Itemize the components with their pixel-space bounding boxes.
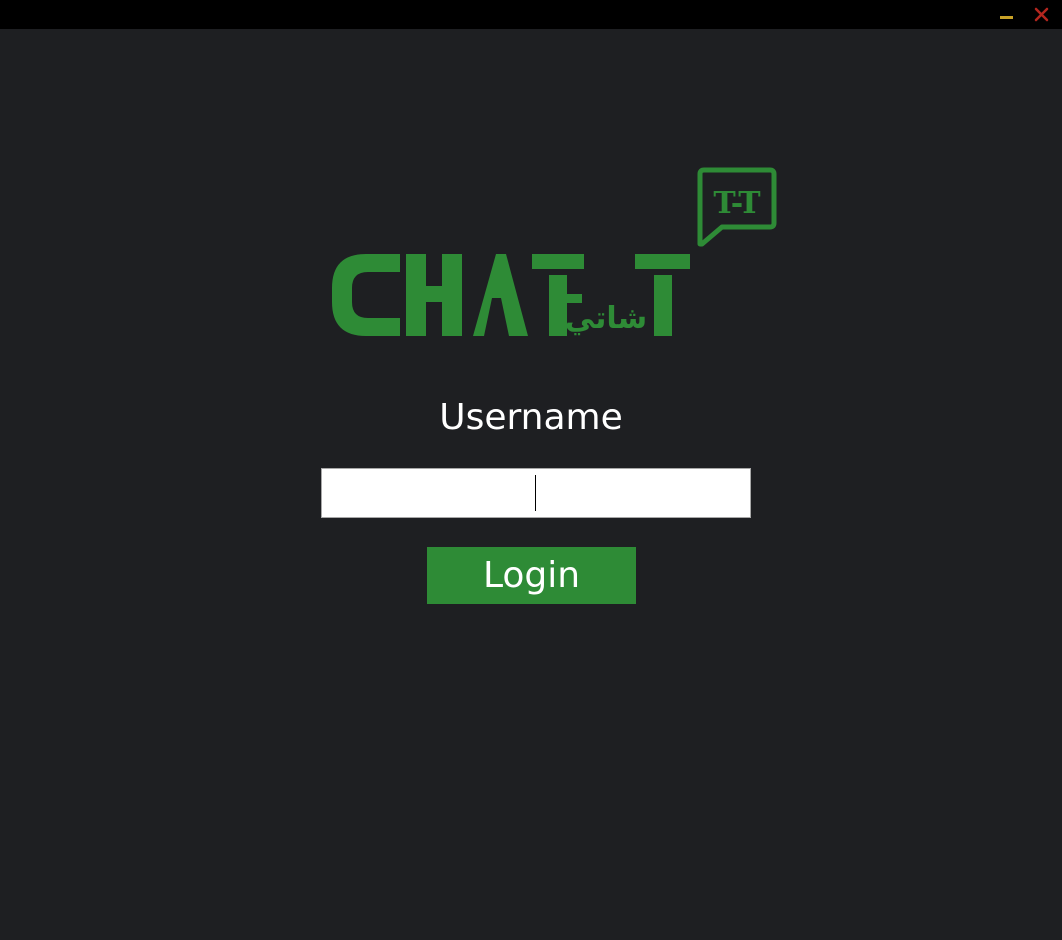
login-window: T-T شاتي Username Login [0,0,1062,940]
speech-bubble-icon: T-T [697,167,777,247]
text-caret [535,475,536,511]
close-icon[interactable] [1031,4,1053,26]
title-bar [0,0,1062,29]
svg-text:شاتي: شاتي [565,301,647,336]
svg-text:T-T: T-T [713,186,761,221]
app-logo: T-T شاتي [330,166,780,341]
minimize-icon[interactable] [996,4,1018,26]
username-input[interactable] [321,468,751,518]
login-button[interactable]: Login [427,547,636,604]
username-label: Username [439,397,623,438]
